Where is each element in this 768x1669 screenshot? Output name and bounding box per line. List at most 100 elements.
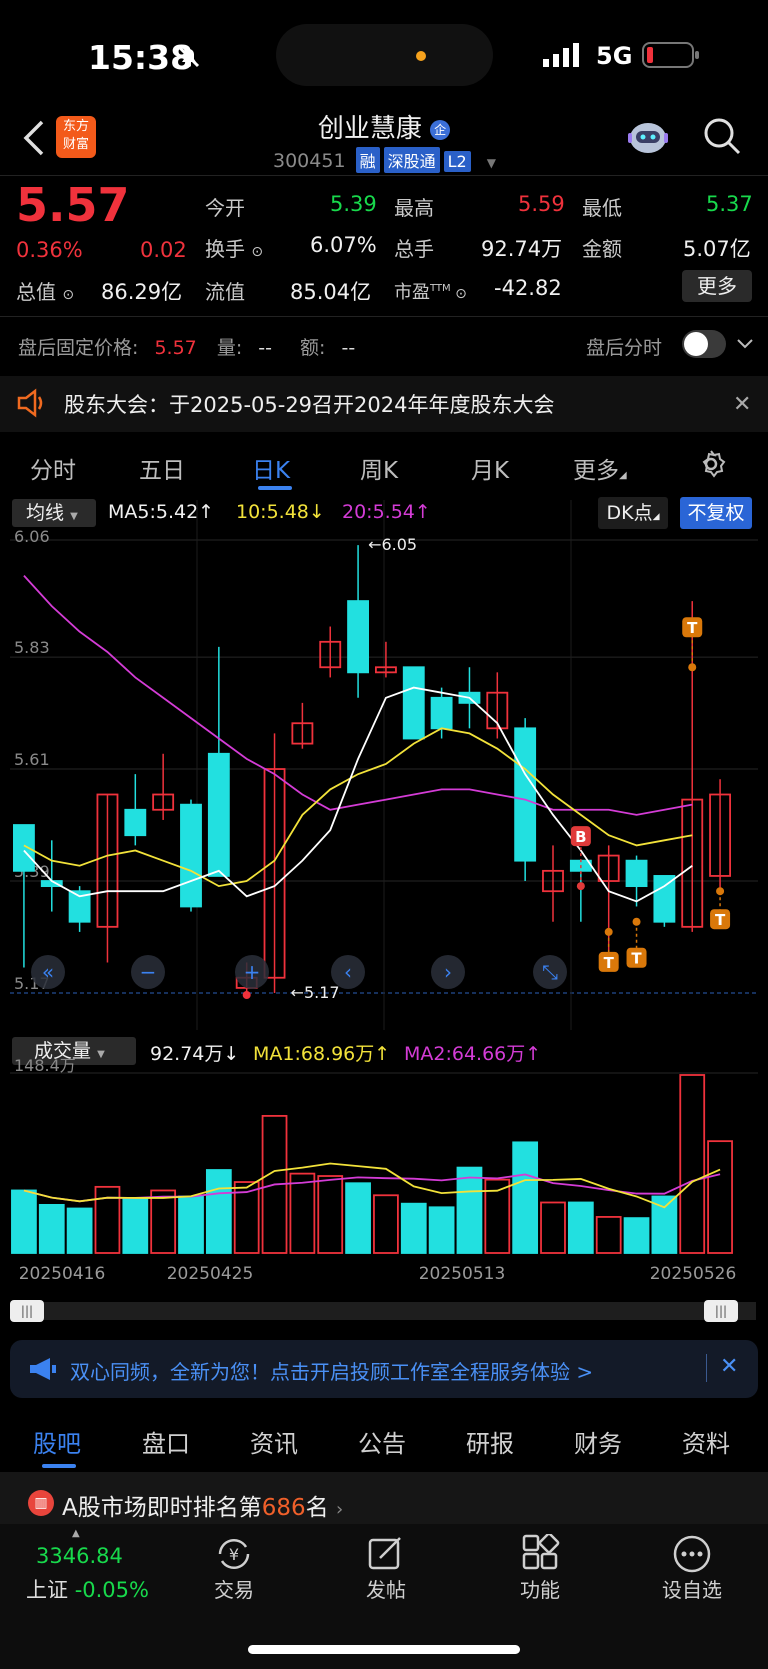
amount-value: 5.07亿 [683, 237, 751, 261]
tab-finance[interactable]: 财务 [574, 1424, 622, 1459]
amount-label: 金额 [582, 237, 622, 261]
after-hours-toggle[interactable] [682, 330, 726, 358]
mute-icon [176, 44, 202, 74]
active-tab-indicator [42, 1464, 76, 1468]
signal-dot [688, 663, 697, 672]
volume-max-label: 148.4万 [14, 1056, 76, 1075]
home-indicator [248, 1645, 520, 1654]
tab-five-day[interactable]: 五日 [139, 451, 185, 485]
volume-label: 总手 [394, 237, 434, 261]
tab-pankou[interactable]: 盘口 [142, 1424, 190, 1459]
high-value: 5.59 [518, 192, 565, 216]
tag-margin: 融 [355, 147, 380, 173]
volume-bar [512, 1141, 539, 1254]
candle-body [12, 824, 35, 872]
y-tick-label: 5.61 [14, 750, 50, 769]
tab-announcements[interactable]: 公告 [358, 1424, 406, 1459]
after-hours-toggle-label: 盘后分时 [586, 337, 663, 359]
tab-intraday[interactable]: 分时 [30, 451, 76, 485]
signal-label: T [631, 950, 642, 968]
tab-daily-k[interactable]: 日K [252, 451, 290, 485]
robot-assistant-icon[interactable] [626, 116, 670, 158]
ma10-line [23, 727, 693, 888]
function-label[interactable]: 功能 [490, 1574, 590, 1603]
volume-bar [94, 1185, 121, 1254]
volume-bar [595, 1216, 622, 1254]
signal-dot [632, 917, 641, 926]
post-icon[interactable] [366, 1534, 406, 1578]
index-row[interactable]: 上证 -0.05% [26, 1574, 149, 1604]
volume-bar [707, 1140, 733, 1254]
volume-bar [623, 1217, 650, 1254]
x-axis-label: 20250416 [18, 1264, 106, 1284]
speaker-icon [16, 388, 48, 422]
post-label[interactable]: 发帖 [336, 1574, 436, 1603]
function-icon[interactable] [520, 1532, 560, 1578]
active-tab-indicator [258, 486, 292, 490]
tab-weekly-k[interactable]: 周K [360, 451, 398, 485]
volume-bar [428, 1206, 455, 1254]
promo-text[interactable]: 双心同频，全新为您！点击开启投顾工作室全程服务体验 > [70, 1356, 593, 1385]
volume-bar [540, 1201, 566, 1254]
signal-dot [716, 887, 725, 896]
candle-body [180, 803, 202, 908]
volume-bar [567, 1201, 594, 1254]
x-axis-label: 20250425 [166, 1264, 254, 1284]
volume-bar [66, 1207, 93, 1254]
battery-icon [642, 42, 700, 72]
volume-bar [289, 1172, 316, 1254]
y-tick-label: 6.06 [14, 527, 50, 546]
candle-body [207, 752, 230, 877]
turnover-label[interactable]: 换手 ⊙ [205, 233, 263, 262]
volume-bar [373, 1194, 399, 1254]
ranking-icon: ▥ [28, 1490, 54, 1516]
trade-label[interactable]: 交易 [184, 1574, 284, 1603]
scroll-handle-right[interactable]: ||| [704, 1300, 738, 1322]
stock-code-row[interactable]: 300451 融深股通 L2 ▼ [273, 147, 496, 173]
more-button[interactable]: 更多 [682, 270, 752, 302]
add-watchlist-label[interactable]: 设自选 [642, 1574, 742, 1603]
close-icon[interactable]: ✕ [720, 1354, 738, 1379]
signal-dot [576, 882, 585, 891]
volume-bar [178, 1195, 204, 1254]
pe-value: -42.82 [494, 276, 562, 300]
low-label: 最低 [582, 196, 622, 220]
float-label: 流值 [205, 280, 245, 304]
x-axis-label: 20250513 [418, 1264, 506, 1284]
tab-news[interactable]: 资讯 [250, 1424, 298, 1459]
divider [0, 175, 768, 176]
scroll-handle-left[interactable]: ||| [10, 1300, 44, 1322]
open-label: 今开 [205, 196, 245, 220]
candle-body [514, 727, 537, 862]
chart-nav-glyph: ‹ [344, 960, 352, 984]
tab-guba[interactable]: 股吧 [33, 1424, 81, 1459]
chart-nav-glyph: − [140, 960, 157, 984]
ranking-text[interactable]: A股市场即时排名第686名 › [62, 1488, 343, 1522]
svg-text:¥: ¥ [229, 1545, 239, 1564]
tab-profile[interactable]: 资料 [682, 1424, 730, 1459]
index-value[interactable]: 3346.84 [36, 1544, 123, 1568]
mcap-value: 86.29亿 [101, 280, 183, 304]
more-options-icon[interactable] [672, 1534, 712, 1578]
volume-bar [150, 1189, 177, 1254]
trade-icon[interactable]: ¥ [214, 1534, 254, 1578]
chart-nav-glyph: « [42, 960, 54, 984]
close-icon[interactable]: ✕ [733, 392, 751, 417]
settings-icon[interactable] [696, 449, 726, 483]
volume-chart[interactable]: 148.4万 [10, 1055, 758, 1255]
notice-text[interactable]: 股东大会：于2025-05-29召开2024年年度股东大会 [64, 389, 554, 419]
kline-chart[interactable]: 6.065.835.615.395.17←6.05←5.17BTTTT«−+‹›… [10, 500, 758, 1030]
low-value: 5.37 [706, 192, 753, 216]
tab-monthly-k[interactable]: 月K [471, 451, 509, 485]
high-price-marker: ←6.05 [368, 535, 417, 554]
tab-more[interactable]: 更多◢ [573, 451, 627, 485]
chevron-down-icon[interactable] [736, 336, 754, 355]
mcap-label[interactable]: 总值 ⊙ [16, 276, 74, 305]
tab-research[interactable]: 研报 [466, 1424, 514, 1459]
pe-label[interactable]: 市盈TTM ⊙ [394, 278, 467, 304]
y-tick-label: 5.83 [14, 638, 50, 657]
search-icon[interactable] [702, 116, 742, 160]
signal-dot [604, 927, 613, 936]
chart-tabs: 分时 五日 日K 周K 月K 更多◢ [0, 440, 768, 495]
chart-scrollbar[interactable] [12, 1302, 756, 1320]
